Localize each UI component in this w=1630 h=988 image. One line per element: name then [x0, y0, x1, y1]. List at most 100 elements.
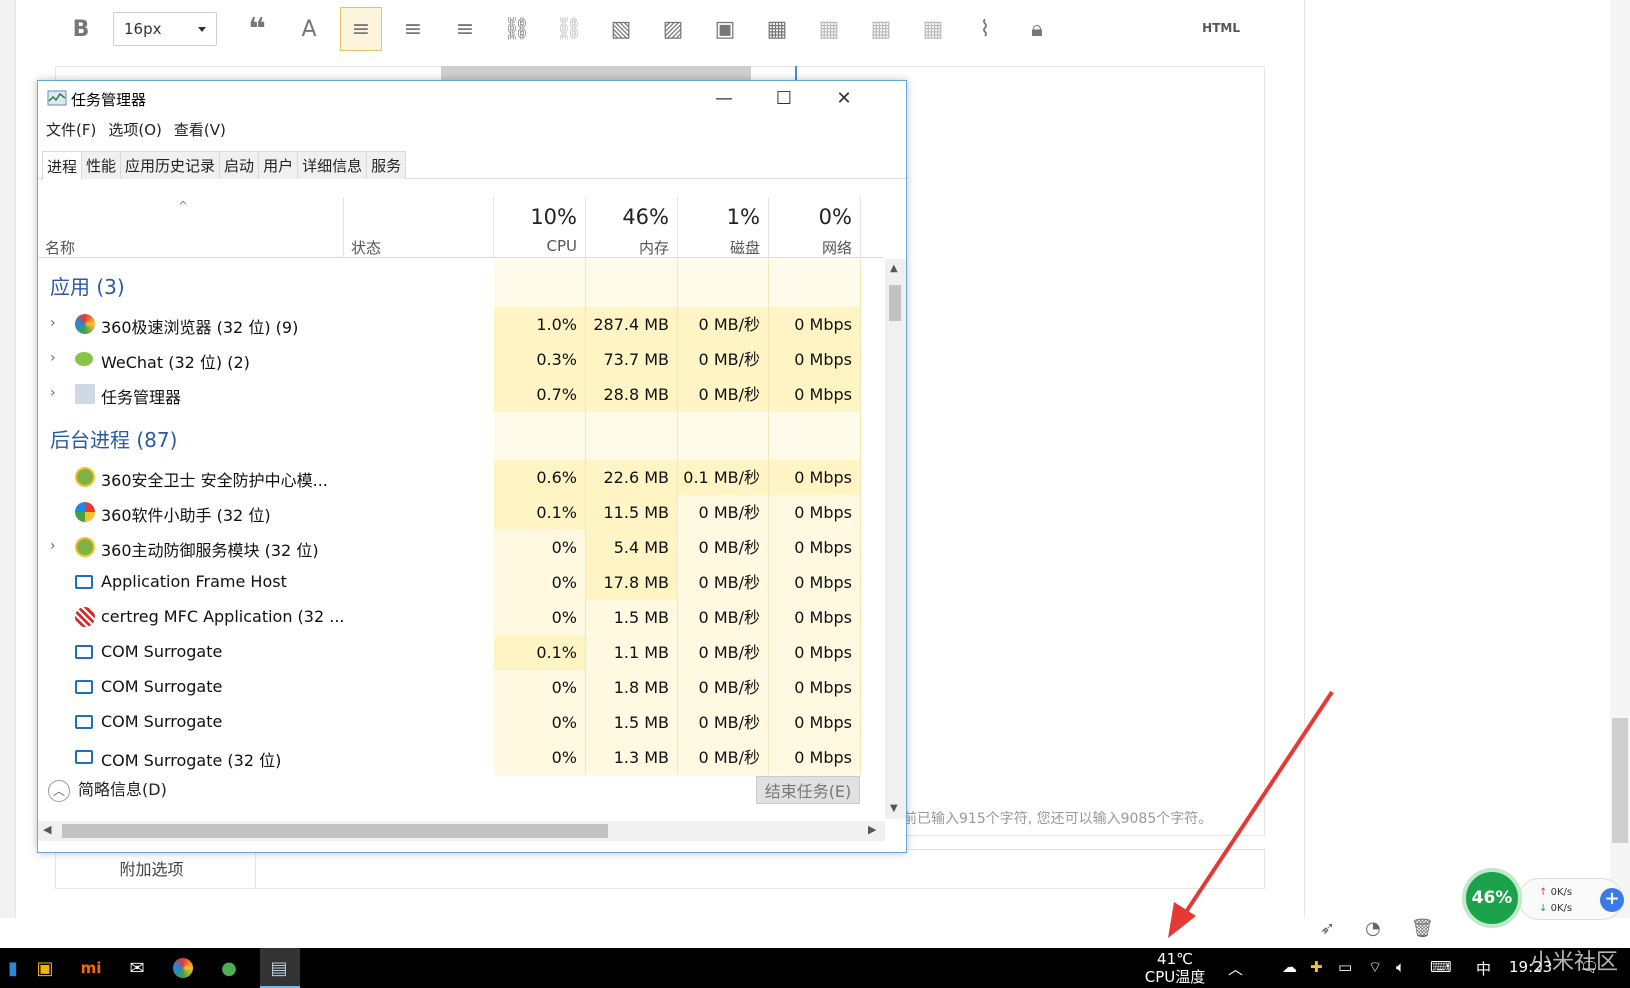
table-icon[interactable]: ▦ [751, 7, 803, 51]
align-center-icon[interactable]: ≡ [387, 7, 439, 51]
cpu-total: 10% [530, 205, 577, 229]
page-scrollbar[interactable] [1610, 0, 1630, 918]
speed-icon[interactable]: ◔ [1365, 918, 1381, 939]
expand-chevron-icon[interactable]: › [50, 538, 56, 554]
cpu-value: 0% [494, 565, 586, 600]
bold-button[interactable]: B [55, 7, 107, 51]
mi-icon[interactable]: mi [78, 956, 104, 980]
table-row[interactable]: 360安全卫士 安全防护中心模... 0.6% 22.6 MB 0.1 MB/秒… [38, 460, 883, 495]
expand-chevron-icon[interactable]: › [50, 315, 56, 331]
title-bar[interactable]: 任务管理器 — ☐ ✕ [38, 81, 906, 115]
page-scroll-thumb[interactable] [1612, 718, 1628, 843]
disk-value: 0 MB/秒 [678, 377, 769, 412]
menu-options[interactable]: 选项(O) [108, 119, 162, 145]
disk-value: 0 MB/秒 [678, 342, 769, 377]
align-left-icon[interactable]: ≡ [340, 7, 382, 51]
horizontal-scroll-thumb[interactable] [62, 824, 608, 838]
brief-info-button[interactable]: ︿ 简略信息(D) [48, 776, 167, 802]
browser-360-icon[interactable] [170, 956, 196, 980]
close-icon[interactable]: ✕ [814, 81, 874, 115]
expand-chevron-icon[interactable]: › [50, 385, 56, 401]
table-row[interactable]: › 360极速浏览器 (32 位) (9) 1.0% 287.4 MB 0 MB… [38, 307, 883, 342]
cloud-icon[interactable]: ☁ [1282, 958, 1297, 976]
wechat-icon[interactable]: ● [216, 956, 242, 980]
explorer-icon[interactable]: ▮ [0, 956, 26, 980]
editor-restore-button[interactable] [441, 66, 751, 80]
tab-details[interactable]: 详细信息 [297, 151, 368, 179]
table-row[interactable]: COM Surrogate 0% 1.8 MB 0 MB/秒 0 Mbps [38, 670, 883, 705]
disk-value: 0.1 MB/秒 [678, 460, 769, 495]
plus-icon[interactable]: + [1600, 888, 1624, 912]
table-row[interactable]: › 任务管理器 0.7% 28.8 MB 0 MB/秒 0 Mbps [38, 377, 883, 412]
column-name[interactable]: 名称 [38, 197, 344, 257]
right-strip [1305, 0, 1630, 918]
scroll-up-icon[interactable]: ▲ [890, 263, 898, 274]
expand-chevron-icon[interactable]: › [50, 350, 56, 366]
table-merge-icon[interactable]: ▦ [803, 7, 855, 51]
table-row[interactable]: Application Frame Host 0% 17.8 MB 0 MB/秒… [38, 565, 883, 600]
menu-view[interactable]: 查看(V) [174, 119, 226, 145]
end-task-button[interactable]: 结束任务(E) [756, 776, 860, 804]
tab-services[interactable]: 服务 [366, 151, 407, 179]
attachment-icon[interactable]: ⌇ [959, 7, 1011, 51]
align-right-icon[interactable]: ≡ [439, 7, 491, 51]
column-status[interactable]: 状态 [344, 197, 494, 257]
image-icon[interactable]: ▧ [595, 7, 647, 51]
lock-icon[interactable]: 🔒︎ [1011, 7, 1063, 51]
table-row[interactable]: certreg MFC Application (32 ... 0% 1.5 M… [38, 600, 883, 635]
vertical-scroll-thumb[interactable] [889, 285, 901, 321]
table-row[interactable]: › WeChat (32 位) (2) 0.3% 73.7 MB 0 MB/秒 … [38, 342, 883, 377]
trash-icon[interactable]: 🗑︎ [1411, 918, 1434, 939]
tab-processes[interactable]: 进程 [42, 151, 83, 180]
mail-icon[interactable]: ✉ [124, 956, 150, 980]
column-network[interactable]: 0% 网络 [769, 197, 861, 257]
table-delete-icon[interactable]: ▦ [907, 7, 959, 51]
horizontal-scrollbar[interactable]: ◀ ▶ [38, 821, 885, 841]
memory-percent-badge[interactable]: 46% [1462, 868, 1522, 928]
column-disk[interactable]: 1% 磁盘 [678, 197, 769, 257]
maximize-icon[interactable]: ☐ [754, 81, 814, 115]
certreg-icon [75, 607, 95, 627]
font-color-icon[interactable]: A [283, 7, 335, 51]
font-size-select[interactable]: 16px [113, 12, 217, 46]
vertical-scrollbar[interactable]: ▲ ▼ [885, 259, 906, 819]
column-cpu[interactable]: 10% CPU [494, 197, 586, 257]
keyboard-icon[interactable]: ⌨ [1430, 958, 1452, 976]
column-memory[interactable]: 46% 内存 [586, 197, 678, 257]
table-row[interactable]: › 360主动防御服务模块 (32 位) 0% 5.4 MB 0 MB/秒 0 … [38, 530, 883, 565]
gallery-icon[interactable]: ▨ [647, 7, 699, 51]
table-split-icon[interactable]: ▦ [855, 7, 907, 51]
store-icon[interactable]: ▣ [32, 956, 58, 980]
table-row[interactable]: COM Surrogate (32 位) 0% 1.3 MB 0 MB/秒 0 … [38, 740, 883, 775]
speed-widget[interactable]: ↑ 0K/s ↓ 0K/s 46% + [1462, 868, 1628, 934]
minimize-icon[interactable]: — [694, 81, 754, 115]
task-manager-icon[interactable]: ▤ [266, 956, 292, 980]
video-icon[interactable]: ▣ [699, 7, 751, 51]
chevron-up-icon[interactable]: ︿ [1228, 958, 1243, 979]
quote-icon[interactable]: ❝ [231, 7, 283, 51]
unlink-icon[interactable]: ⛓ [543, 7, 595, 51]
360-tray-icon[interactable]: ✚ [1310, 958, 1323, 976]
table-row[interactable]: COM Surrogate 0% 1.5 MB 0 MB/秒 0 Mbps [38, 705, 883, 740]
battery-icon[interactable]: ▭ [1338, 958, 1352, 976]
scroll-left-icon[interactable]: ◀ [43, 823, 51, 836]
wifi-icon[interactable]: ⌔ [1368, 958, 1382, 977]
tab-users[interactable]: 用户 [258, 151, 299, 179]
volume-icon[interactable]: 🔈︎ [1396, 958, 1405, 976]
360-assistant-icon [75, 502, 95, 522]
table-row[interactable]: 360软件小助手 (32 位) 0.1% 11.5 MB 0 MB/秒 0 Mb… [38, 495, 883, 530]
cpu-value: 0% [494, 670, 586, 705]
scroll-down-icon[interactable]: ▼ [890, 803, 898, 814]
html-mode-button[interactable]: HTML [1202, 21, 1240, 35]
table-row[interactable]: COM Surrogate 0.1% 1.1 MB 0 MB/秒 0 Mbps [38, 635, 883, 670]
tab-startup[interactable]: 启动 [219, 151, 260, 179]
cpu-temperature[interactable]: 41℃ CPU温度 [1130, 950, 1220, 986]
tab-app-history[interactable]: 应用历史记录 [120, 151, 221, 179]
scroll-right-icon[interactable]: ▶ [868, 823, 876, 836]
extra-options-label[interactable]: 附加选项 [56, 850, 256, 888]
menu-file[interactable]: 文件(F) [46, 119, 96, 145]
tab-performance[interactable]: 性能 [81, 151, 122, 179]
network-value: 0 Mbps [769, 670, 861, 705]
ime-indicator[interactable]: 中 [1476, 958, 1491, 979]
link-icon[interactable]: ⛓ [491, 7, 543, 51]
